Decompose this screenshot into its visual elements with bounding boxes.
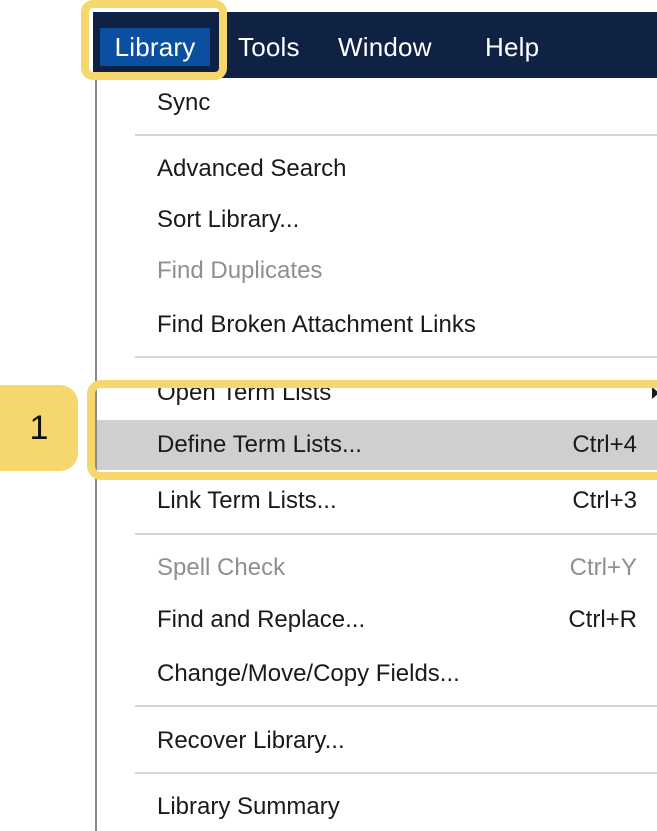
menu-item-change-move-copy-fields[interactable]: Change/Move/Copy Fields... (97, 649, 657, 699)
menu-separator (135, 772, 657, 774)
menu-item-label: Change/Move/Copy Fields... (157, 660, 460, 687)
menu-item-find-broken-links[interactable]: Find Broken Attachment Links (97, 300, 657, 350)
menu-item-advanced-search[interactable]: Advanced Search (97, 144, 657, 194)
menu-item-shortcut: Ctrl+R (568, 606, 637, 633)
menu-item-label: Link Term Lists... (157, 487, 337, 514)
menu-item-label: Open Term Lists (157, 379, 332, 406)
menu-item-recover-library[interactable]: Recover Library... (97, 716, 657, 766)
menu-item-label: Library Summary (157, 793, 340, 820)
screenshot-stage: Library Tools Window Help Sync Advanced … (0, 0, 657, 831)
menu-item-shortcut: Ctrl+Y (569, 554, 637, 581)
menu-separator (135, 533, 657, 535)
menu-tools[interactable]: Tools (238, 28, 300, 66)
menu-item-label: Define Term Lists... (157, 431, 362, 458)
menu-item-label: Sync (157, 89, 211, 116)
menu-item-label: Spell Check (157, 554, 286, 581)
menu-item-label: Find Duplicates (157, 257, 323, 284)
menu-item-library-summary[interactable]: Library Summary (97, 782, 657, 831)
menu-item-shortcut: Ctrl+4 (572, 431, 637, 458)
menu-item-open-term-lists[interactable]: Open Term Lists (97, 368, 657, 418)
library-dropdown-menu: Sync Advanced Search Sort Library... Fin… (95, 78, 657, 831)
menu-separator (135, 134, 657, 136)
menu-item-shortcut: Ctrl+3 (572, 487, 637, 514)
menu-item-label: Sort Library... (157, 206, 300, 233)
menu-item-spell-check: Spell Check Ctrl+Y (97, 543, 657, 593)
menu-library[interactable]: Library (100, 28, 210, 66)
menu-item-sort-library[interactable]: Sort Library... (97, 195, 657, 245)
menu-item-find-duplicates: Find Duplicates (97, 246, 657, 296)
menu-window[interactable]: Window (338, 28, 432, 66)
menu-item-label: Find and Replace... (157, 606, 366, 633)
menu-separator (135, 356, 657, 358)
menu-help[interactable]: Help (485, 28, 539, 66)
menu-item-label: Recover Library... (157, 727, 345, 754)
step-number-badge: 1 (0, 385, 78, 471)
submenu-arrow-icon (652, 387, 657, 399)
menu-item-define-term-lists[interactable]: Define Term Lists... Ctrl+4 (97, 420, 657, 470)
menu-item-label: Advanced Search (157, 155, 347, 182)
menu-item-label: Find Broken Attachment Links (157, 311, 476, 338)
menu-item-link-term-lists[interactable]: Link Term Lists... Ctrl+3 (97, 476, 657, 526)
menu-item-sync[interactable]: Sync (97, 78, 657, 128)
menu-separator (135, 705, 657, 707)
menu-item-find-and-replace[interactable]: Find and Replace... Ctrl+R (97, 595, 657, 645)
